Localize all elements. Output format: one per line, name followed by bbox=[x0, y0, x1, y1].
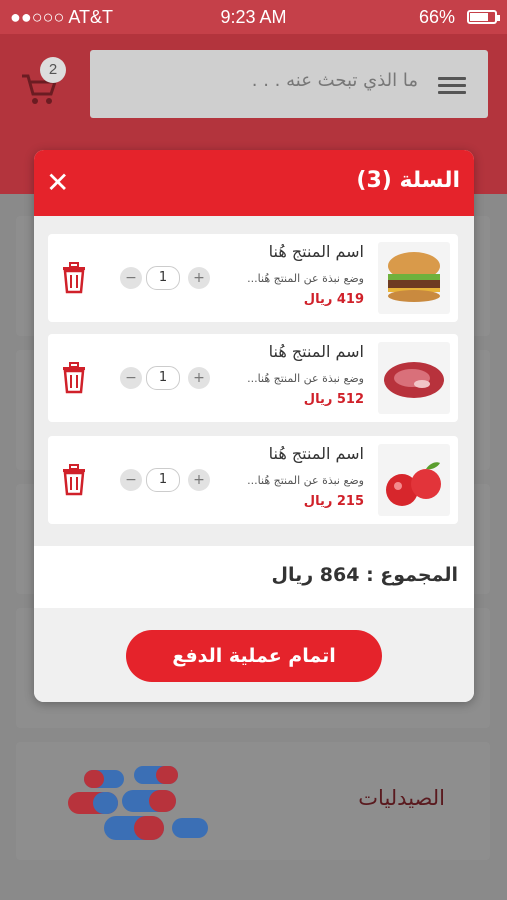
trash-icon[interactable] bbox=[60, 464, 88, 496]
quantity-increase-button[interactable]: + bbox=[188, 267, 210, 289]
product-name: اسم المنتج هُنا bbox=[268, 342, 364, 361]
cart-item: اسم المنتج هُنا وضع نبذة عن المنتج هُنا.… bbox=[48, 436, 458, 524]
quantity-increase-button[interactable]: + bbox=[188, 469, 210, 491]
apples-image bbox=[378, 444, 450, 516]
trash-icon[interactable] bbox=[60, 362, 88, 394]
hamburger-menu-icon[interactable] bbox=[438, 77, 466, 94]
quantity-decrease-button[interactable]: − bbox=[120, 267, 142, 289]
capsules-image bbox=[68, 766, 208, 840]
pharmacies-label: الصيدليات bbox=[358, 786, 445, 810]
cart-items-list: اسم المنتج هُنا وضع نبذة عن المنتج هُنا.… bbox=[34, 216, 474, 546]
product-price: 512 ريال bbox=[303, 392, 364, 407]
trash-icon[interactable] bbox=[60, 262, 88, 294]
product-price: 419 ريال bbox=[303, 292, 364, 307]
modal-footer: اتمام عملية الدفع bbox=[34, 608, 474, 702]
meat-image bbox=[378, 342, 450, 414]
status-bar: ●●○○○ AT&T 9:23 AM 66% bbox=[0, 0, 507, 34]
modal-title: السلة (3) bbox=[356, 168, 460, 193]
quantity-value[interactable]: 1 bbox=[146, 468, 180, 492]
cart-count-badge: 2 bbox=[40, 57, 66, 83]
checkout-button[interactable]: اتمام عملية الدفع bbox=[126, 630, 382, 682]
product-name: اسم المنتج هُنا bbox=[268, 242, 364, 261]
product-name: اسم المنتج هُنا bbox=[268, 444, 364, 463]
cart-item: اسم المنتج هُنا وضع نبذة عن المنتج هُنا.… bbox=[48, 334, 458, 422]
quantity-value[interactable]: 1 bbox=[146, 366, 180, 390]
product-description: وضع نبذة عن المنتج هُنا... bbox=[247, 474, 364, 487]
battery-icon bbox=[467, 10, 500, 24]
quantity-decrease-button[interactable]: − bbox=[120, 367, 142, 389]
cart-item: اسم المنتج هُنا وضع نبذة عن المنتج هُنا.… bbox=[48, 234, 458, 322]
burger-image bbox=[378, 242, 450, 314]
quantity-decrease-button[interactable]: − bbox=[120, 469, 142, 491]
category-card-pharmacies[interactable]: الصيدليات bbox=[16, 742, 490, 860]
quantity-value[interactable]: 1 bbox=[146, 266, 180, 290]
cart-total: المجموع : 864 ريال bbox=[34, 546, 474, 608]
quantity-increase-button[interactable]: + bbox=[188, 367, 210, 389]
close-icon[interactable]: ✕ bbox=[46, 169, 72, 197]
product-description: وضع نبذة عن المنتج هُنا... bbox=[247, 272, 364, 285]
search-placeholder: ما الذي تبحث عنه . . . bbox=[251, 70, 418, 91]
product-price: 215 ريال bbox=[303, 494, 364, 509]
battery-percent: 66% bbox=[418, 7, 455, 27]
product-description: وضع نبذة عن المنتج هُنا... bbox=[247, 372, 364, 385]
search-bar[interactable]: ما الذي تبحث عنه . . . bbox=[90, 50, 488, 118]
cart-modal: السلة (3) ✕ اسم المنتج هُنا وضع نبذة عن … bbox=[34, 150, 474, 702]
total-text: المجموع : 864 ريال bbox=[271, 564, 458, 586]
modal-header: السلة (3) ✕ bbox=[34, 150, 474, 216]
